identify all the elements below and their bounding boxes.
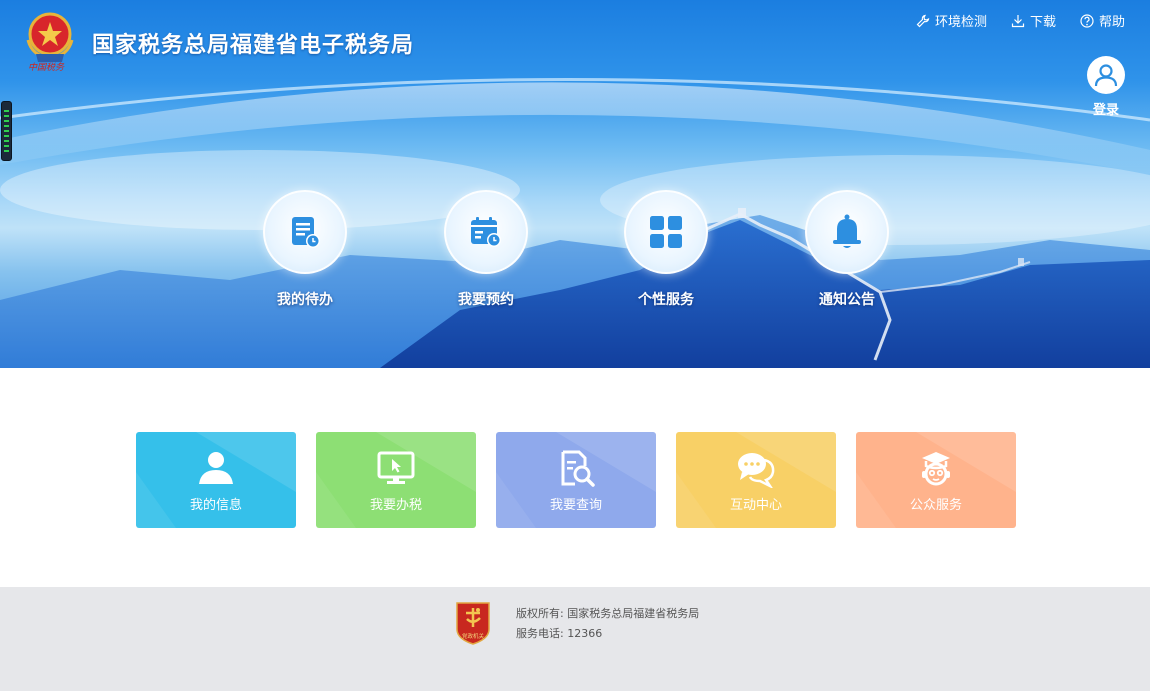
top-links: 环境检测 下载 帮助 [916,11,1125,30]
tile-label: 我要办税 [369,498,422,513]
tile-label: 我的信息 [189,498,242,513]
tile-icon-wrap [676,450,836,490]
chat-bubbles-icon [738,453,775,488]
login-avatar [1087,56,1125,94]
quick-entry-appointment[interactable]: 我要预约 [444,190,528,309]
party-gov-badge-icon[interactable]: 党政机关 [453,599,493,645]
footer-copyright: 版权所有: 国家税务总局福建省税务局 [516,607,700,620]
quick-entry-ring [624,190,708,274]
calendar-clock-icon [471,217,501,247]
download-icon [1011,14,1025,27]
todo-document-icon [292,217,320,248]
quick-entry-label: 个性服务 [638,292,694,308]
help-icon [1080,13,1094,28]
tile-interaction-center[interactable]: 互动中心 [676,432,836,528]
quick-entry-ring [444,190,528,274]
tile-icon-wrap [316,450,476,490]
site-title: 国家税务总局福建省电子税务局 [92,33,415,58]
user-avatar-icon [1094,64,1118,87]
tile-label: 我要查询 [549,498,602,513]
side-scroll-handle[interactable] [1,101,12,161]
graduate-icon [922,452,950,486]
tile-icon-wrap [856,450,1016,490]
download-link[interactable]: 下载 [1011,11,1056,30]
quick-entry-label: 我要预约 [458,292,514,308]
tile-public-service[interactable]: 公众服务 [856,432,1016,528]
quick-entry-label: 通知公告 [819,292,875,308]
tile-label: 公众服务 [909,498,962,513]
badge-text: 党政机关 [462,632,485,640]
quick-entry-personal-service[interactable]: 个性服务 [624,190,708,309]
tile-label: 互动中心 [729,498,782,513]
wrench-icon [916,14,930,27]
quick-entry-ring [263,190,347,274]
login-button[interactable]: 登录 [1084,56,1128,118]
bell-icon [833,214,861,248]
help-link[interactable]: 帮助 [1080,11,1125,30]
quick-entry-todo[interactable]: 我的待办 [263,190,347,309]
tile-icon-wrap [496,450,656,490]
tile-file-tax[interactable]: 我要办税 [316,432,476,528]
env-check-label: 环境检测 [934,15,987,30]
quick-entry-ring [805,190,889,274]
logo-script-text: 中国税务 [28,63,65,73]
tile-icon-wrap [136,450,296,490]
monitor-cursor-icon [377,451,415,484]
tile-query[interactable]: 我要查询 [496,432,656,528]
login-label: 登录 [1092,103,1119,118]
env-check-link[interactable]: 环境检测 [916,11,987,30]
grid-icon [650,216,682,248]
help-label: 帮助 [1098,15,1125,30]
quick-entry-label: 我的待办 [277,292,333,308]
footer: 党政机关 版权所有: 国家税务总局福建省税务局 服务电话: 12366 [0,587,1150,691]
document-search-icon [561,450,595,487]
download-label: 下载 [1029,15,1056,30]
quick-entry-notice[interactable]: 通知公告 [805,190,889,309]
footer-phone: 服务电话: 12366 [516,627,603,640]
user-icon [199,452,233,484]
hero-banner: 中国税务 国家税务总局福建省电子税务局 环境检测 下载 帮助 登录 我的待办 我… [0,0,1150,368]
tile-my-info[interactable]: 我的信息 [136,432,296,528]
